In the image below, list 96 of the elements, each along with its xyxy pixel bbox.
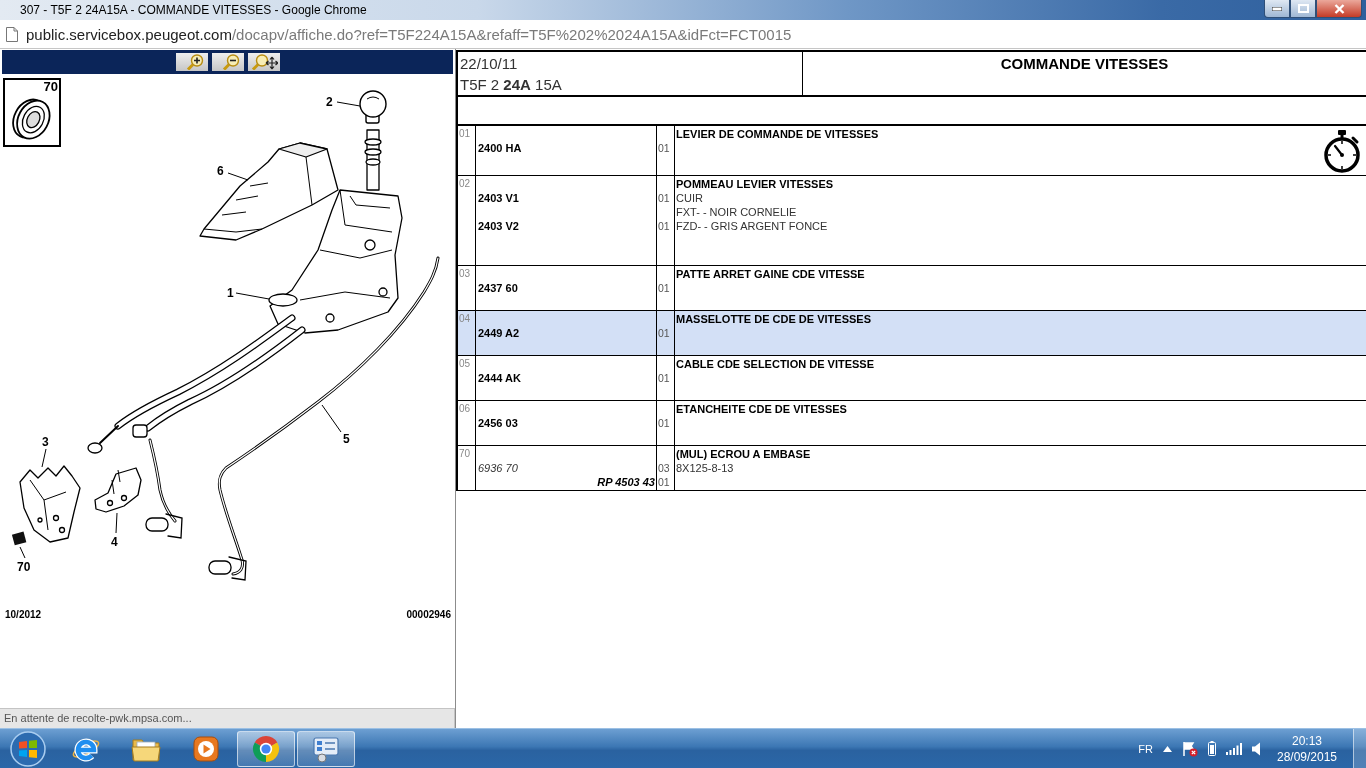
row-number: 02 xyxy=(459,178,471,189)
gear-knob xyxy=(359,90,387,124)
pan-button[interactable] xyxy=(247,53,280,71)
row-number: 70 xyxy=(459,448,471,459)
part-number: 2403 V1 xyxy=(478,192,519,204)
callout-number: 70 xyxy=(43,80,59,94)
page-icon xyxy=(6,26,18,42)
part-detail: CUIR xyxy=(676,192,703,204)
part-title: PATTE ARRET GAINE CDE VITESSE xyxy=(676,268,865,280)
address-field[interactable]: public.servicebox.peugeot.com/docapv/affiche.do?ref=T5F224A15A&refaff=T5F%202%2024A15A&idFct=FCT0015 xyxy=(26,25,792,43)
part-row[interactable]: 06 2456 03 01 ETANCHEITE CDE DE VITESSES xyxy=(456,401,1366,446)
washer xyxy=(11,96,53,142)
status-bubble: En attente de recolte-pwk.mpsa.com... xyxy=(0,708,455,728)
quantity: 01 xyxy=(658,282,670,294)
drawing-date: 10/2012 xyxy=(5,609,42,621)
row-number: 05 xyxy=(459,358,471,369)
window-title: 307 - T5F 2 24A15A - COMMANDE VITESSES - Google Chrome xyxy=(19,3,367,17)
leader-line xyxy=(336,101,361,107)
part-title: (MUL) ECROU A EMBASE xyxy=(676,448,811,460)
row-number: 01 xyxy=(459,128,471,139)
callout-number: 6 xyxy=(217,164,224,178)
language-indicator[interactable]: FR xyxy=(1138,742,1153,755)
part-title: ETANCHEITE CDE DE VITESSES xyxy=(676,403,847,415)
part-row[interactable]: 02 2403 V1 2403 V2 01 01 POMMEAU LEVIER VITESSES CUIR FXT- - NOIR CORNELIE FZD- - GRIS ARGENT FONCE xyxy=(456,176,1366,266)
leader-line xyxy=(41,448,47,468)
part-row[interactable]: 05 2444 AK 01 CABLE CDE SELECTION DE VITESSE xyxy=(456,356,1366,401)
row-number: 04 xyxy=(459,313,471,324)
clock-date[interactable]: 28/09/2015 xyxy=(1276,748,1338,765)
callout-number: 5 xyxy=(343,432,350,446)
part-row[interactable]: 01 2400 HA 01 LEVIER DE COMMANDE DE VITESSES xyxy=(456,126,1366,176)
row-number: 06 xyxy=(459,403,471,414)
minimize-button[interactable] xyxy=(1264,0,1290,18)
part-title: POMMEAU LEVIER VITESSES xyxy=(676,178,834,190)
stopwatch-icon[interactable] xyxy=(1322,129,1362,173)
leader-line xyxy=(19,546,26,559)
part-number: 2437 60 xyxy=(478,282,518,294)
row-number: 03 xyxy=(459,268,471,279)
callout-number: 2 xyxy=(326,95,333,109)
document-date: 22/10/11 xyxy=(460,54,519,74)
close-icon xyxy=(1333,3,1345,14)
quantity: 01 xyxy=(658,417,670,429)
minimize-icon xyxy=(1272,6,1282,11)
leader-line xyxy=(235,292,270,300)
part-row[interactable]: 03 2437 60 01 PATTE ARRET GAINE CDE VITESSE xyxy=(456,266,1366,311)
drawing-number: 00002946 xyxy=(406,609,451,621)
start-orb-icon xyxy=(10,730,46,767)
part-number: 2456 03 xyxy=(478,417,518,429)
counterweight xyxy=(94,467,142,513)
zoom-in-button[interactable] xyxy=(175,53,208,71)
part-number: 2400 HA xyxy=(478,142,522,154)
leader-line xyxy=(321,404,342,433)
leader-line xyxy=(115,512,118,534)
page-title: COMMANDE VITESSES xyxy=(1000,55,1169,72)
close-button[interactable] xyxy=(1316,0,1362,18)
part-row[interactable]: 04 2449 A2 01 MASSELOTTE DE CDE DE VITESSES xyxy=(456,311,1366,356)
ring-logo-icon xyxy=(251,733,281,764)
leader-line xyxy=(227,172,249,181)
model-code: T5F 2 24A 15A xyxy=(460,75,563,95)
callout-number: 1 xyxy=(227,286,234,300)
flag-icon[interactable] xyxy=(1182,740,1198,757)
play-icon xyxy=(192,734,220,763)
maximize-button[interactable] xyxy=(1290,0,1316,18)
nut xyxy=(11,531,27,546)
part-title: CABLE CDE SELECTION DE VITESSE xyxy=(676,358,875,370)
part-detail: FZD- - GRIS ARGENT FONCE xyxy=(676,220,828,232)
part-row[interactable]: 70 6936 70 RP 4503 43 03 01 (MUL) ECROU A EMBASE 8X125-8-13 xyxy=(456,446,1366,491)
part-detail: FXT- - NOIR CORNELIE xyxy=(676,206,797,218)
part-number: 6936 70 xyxy=(478,462,518,474)
quantity: 01 xyxy=(658,220,670,232)
up-arrow-icon[interactable] xyxy=(1163,745,1172,752)
part-number: RP 4503 43 xyxy=(597,476,655,488)
maximize-icon xyxy=(1297,4,1309,13)
part-number: 2444 AK xyxy=(478,372,521,384)
callout-number: 70 xyxy=(17,560,31,574)
quantity: 03 xyxy=(658,462,670,474)
taskbar-button[interactable] xyxy=(297,730,355,767)
callout-number: 4 xyxy=(111,535,118,549)
signal-bars-icon[interactable] xyxy=(1226,742,1242,755)
magnifier-move-icon xyxy=(249,54,278,70)
quantity: 01 xyxy=(658,476,670,488)
quantity: 01 xyxy=(658,192,670,204)
part-detail: 8X125-8-13 xyxy=(676,462,734,474)
part-title: MASSELOTTE DE CDE DE VITESSES xyxy=(676,313,871,325)
taskbar-button[interactable] xyxy=(237,730,295,767)
part-title: LEVIER DE COMMANDE DE VITESSES xyxy=(676,128,879,140)
clock-time[interactable]: 20:13 xyxy=(1292,732,1322,749)
callout-number: 3 xyxy=(42,435,49,449)
speaker-icon[interactable] xyxy=(1252,741,1261,756)
part-number: 2403 V2 xyxy=(478,220,519,232)
quantity: 01 xyxy=(658,327,670,339)
zoom-out-button[interactable] xyxy=(211,53,244,71)
part-number: 2449 A2 xyxy=(478,327,520,339)
show-desktop-button[interactable] xyxy=(1353,729,1366,768)
quantity: 01 xyxy=(658,142,670,154)
quantity: 01 xyxy=(658,372,670,384)
battery-icon[interactable] xyxy=(1208,741,1216,756)
